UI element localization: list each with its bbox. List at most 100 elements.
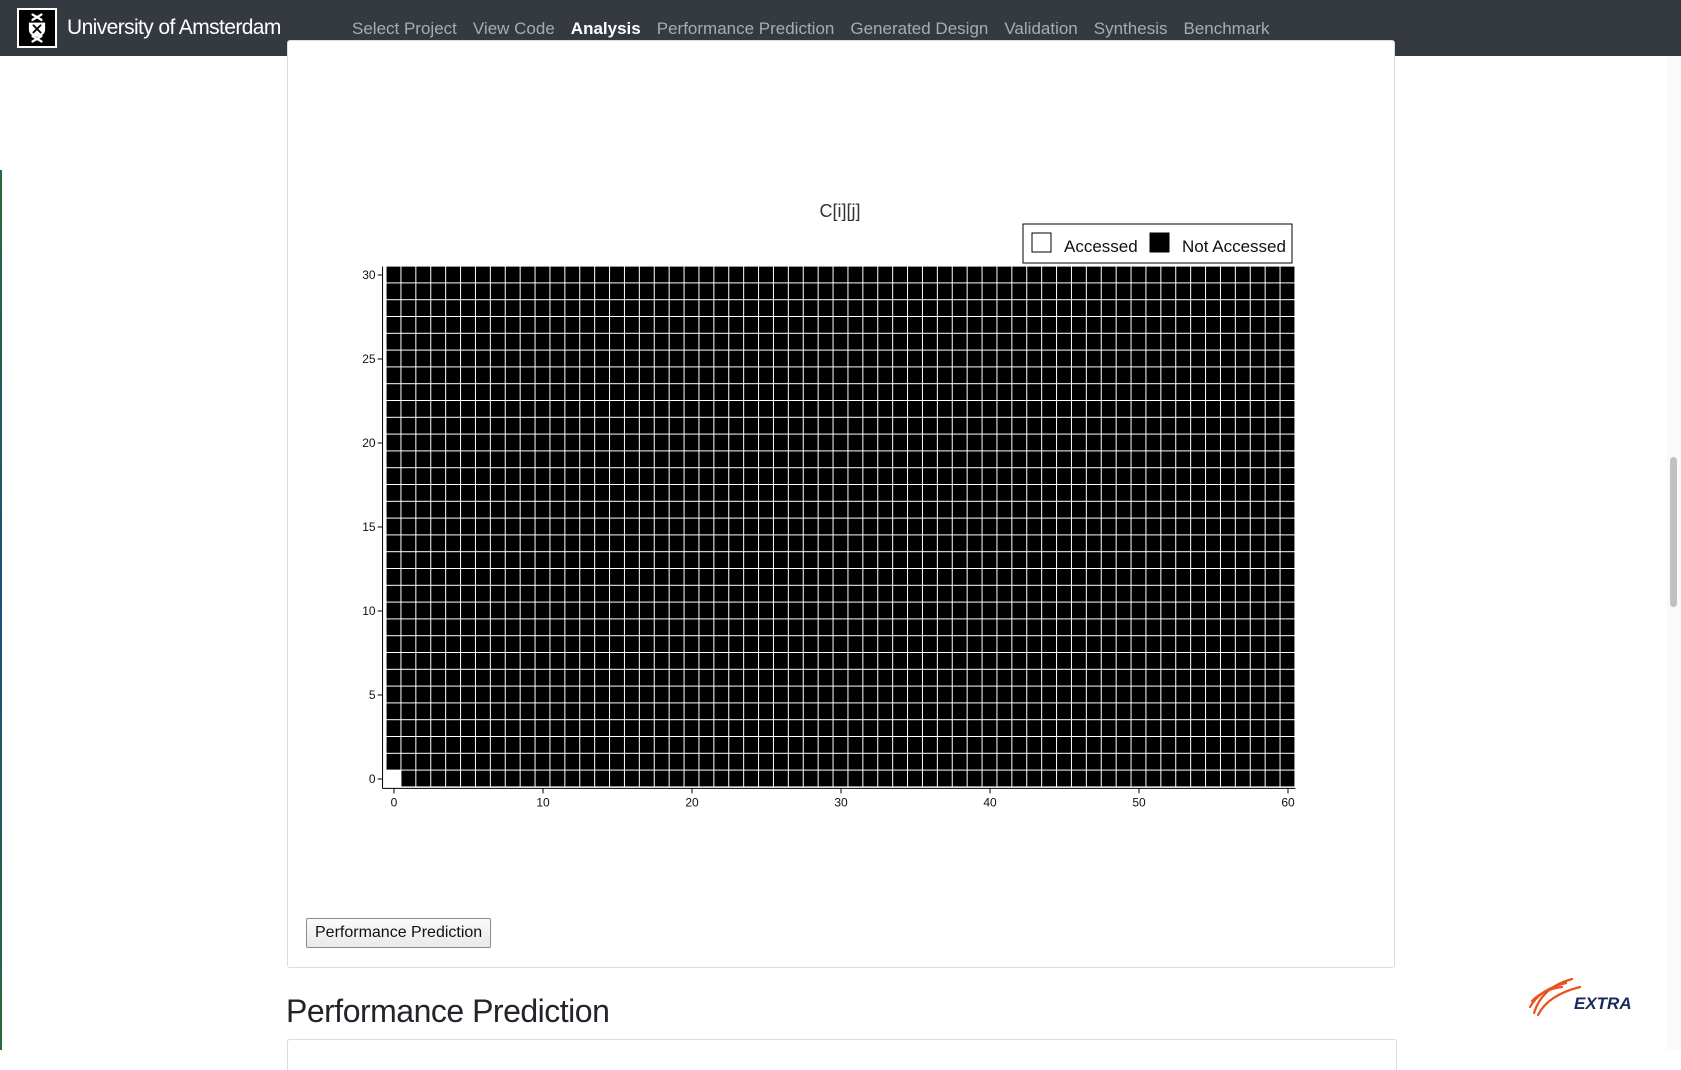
heatmap-cell-not-accessed [654,753,669,770]
heatmap-cell-not-accessed [803,737,818,753]
heatmap-cell-not-accessed [1042,300,1057,316]
heatmap-cell-not-accessed [535,468,550,484]
heatmap-cell-not-accessed [1101,770,1116,787]
heatmap-cell-not-accessed [475,317,490,333]
heatmap-cell-not-accessed [1220,535,1235,552]
heatmap-cell-not-accessed [952,384,967,400]
heatmap-cell-not-accessed [684,266,699,283]
heatmap-cell-not-accessed [744,501,759,518]
heatmap-cell-not-accessed [669,451,684,468]
heatmap-cell-not-accessed [1176,401,1191,417]
heatmap-cell-not-accessed [997,720,1012,736]
heatmap-cell-not-accessed [952,552,967,568]
heatmap-cell-not-accessed [1161,619,1176,636]
heatmap-cell-not-accessed [922,501,937,518]
heatmap-cell-not-accessed [1191,770,1206,787]
heatmap-cell-not-accessed [773,485,788,501]
heatmap-cell-not-accessed [669,350,684,367]
heatmap-cell-not-accessed [520,401,535,417]
heatmap-cell-not-accessed [669,417,684,434]
heatmap-cell-not-accessed [922,653,937,669]
heatmap-cell-not-accessed [416,686,431,703]
heatmap-cell-not-accessed [997,653,1012,669]
heatmap-cell-not-accessed [386,720,401,736]
heatmap-cell-not-accessed [1191,686,1206,703]
heatmap-cell-not-accessed [759,501,773,518]
heatmap-cell-not-accessed [744,300,759,316]
scrollbar-thumb[interactable] [1670,457,1677,607]
heatmap-cell-not-accessed [997,737,1012,753]
heatmap-cell-not-accessed [773,401,788,417]
x-tick-label: 40 [983,795,997,809]
heatmap-cell-not-accessed [490,401,505,417]
heatmap-cell-not-accessed [535,401,550,417]
heatmap-cell-not-accessed [595,451,610,468]
heatmap-cell-not-accessed [639,367,654,384]
heatmap-cell-not-accessed [1071,636,1086,652]
heatmap-cell-not-accessed [461,669,475,686]
heatmap-cell-not-accessed [1071,485,1086,501]
heatmap-cell-not-accessed [997,636,1012,652]
heatmap-cell-not-accessed [1161,367,1176,384]
heatmap-cell-not-accessed [848,333,863,350]
heatmap-cell-not-accessed [699,367,714,384]
heatmap-cell-not-accessed [1280,501,1295,518]
heatmap-cell-not-accessed [952,753,967,770]
heatmap-cell-not-accessed [997,401,1012,417]
heatmap-cell-not-accessed [490,451,505,468]
heatmap-cell-not-accessed [1012,384,1027,400]
heatmap-cell-not-accessed [580,485,595,501]
heatmap-cell-not-accessed [1146,669,1161,686]
heatmap-cell-not-accessed [952,686,967,703]
heatmap-cell-not-accessed [639,417,654,434]
heatmap-cell-not-accessed [1191,501,1206,518]
heatmap-cell-not-accessed [908,350,922,367]
heatmap-cell-not-accessed [595,283,610,300]
heatmap-cell-not-accessed [1176,300,1191,316]
heatmap-cell-not-accessed [639,585,654,602]
heatmap-cell-not-accessed [624,300,639,316]
heatmap-cell-not-accessed [803,485,818,501]
heatmap-cell-not-accessed [535,569,550,585]
heatmap-cell-not-accessed [669,737,684,753]
y-tick-label: 30 [362,268,376,282]
heatmap-cell-not-accessed [1191,669,1206,686]
heatmap-cell-not-accessed [624,401,639,417]
heatmap-cell-not-accessed [431,350,446,367]
heatmap-cell-not-accessed [624,451,639,468]
heatmap-cell-not-accessed [490,384,505,400]
heatmap-cell-not-accessed [1027,317,1042,333]
heatmap-cell-not-accessed [1057,317,1071,333]
heatmap-cell-not-accessed [1071,585,1086,602]
heatmap-cell-not-accessed [788,636,803,652]
heatmap-cell-not-accessed [401,501,416,518]
heatmap-cell-not-accessed [475,770,490,787]
heatmap-cell-not-accessed [1131,501,1146,518]
heatmap-cell-not-accessed [1206,401,1220,417]
heatmap-cell-not-accessed [1235,770,1250,787]
heatmap-cell-not-accessed [893,703,908,720]
heatmap-cell-not-accessed [1280,619,1295,636]
heatmap-cell-not-accessed [446,401,461,417]
heatmap-cell-not-accessed [1057,367,1071,384]
heatmap-cell-not-accessed [1116,602,1131,619]
heatmap-cell-not-accessed [639,501,654,518]
heatmap-cell-not-accessed [1146,417,1161,434]
heatmap-cell-not-accessed [848,686,863,703]
heatmap-cell-not-accessed [505,350,520,367]
heatmap-cell-accessed [386,770,401,787]
heatmap-cell-not-accessed [1131,417,1146,434]
heatmap-cell-not-accessed [624,266,639,283]
heatmap-cell-not-accessed [982,283,997,300]
heatmap-cell-not-accessed [1220,552,1235,568]
performance-prediction-button[interactable]: Performance Prediction [306,918,492,948]
heatmap-cell-not-accessed [878,552,893,568]
heatmap-cell-not-accessed [580,569,595,585]
heatmap-cell-not-accessed [997,367,1012,384]
heatmap-cell-not-accessed [565,283,580,300]
heatmap-cell-not-accessed [1116,535,1131,552]
heatmap-cell-not-accessed [1131,317,1146,333]
heatmap-cell-not-accessed [431,266,446,283]
heatmap-cell-not-accessed [669,518,684,535]
heatmap-cell-not-accessed [1027,552,1042,568]
